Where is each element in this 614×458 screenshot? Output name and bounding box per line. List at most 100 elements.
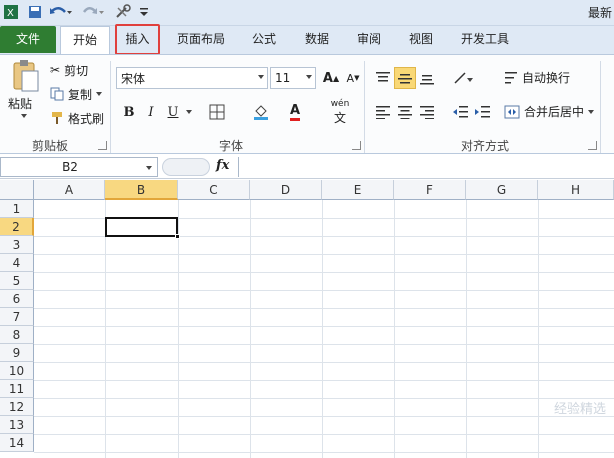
grow-font-icon: A (322, 70, 333, 86)
font-group-label: 字体 (218, 139, 243, 153)
worksheet-grid[interactable]: A B C D E F G H 1 2 3 4 5 6 7 8 9 10 11 … (0, 180, 614, 458)
gridline (34, 344, 614, 345)
tab-file[interactable]: 文件 (0, 26, 56, 53)
font-launcher-icon[interactable] (352, 141, 361, 150)
column-header-g[interactable]: G (466, 180, 538, 200)
row-header-11[interactable]: 11 (0, 380, 34, 398)
borders-button[interactable] (206, 101, 228, 123)
bold-button[interactable]: B (118, 101, 140, 123)
increase-indent-button[interactable] (472, 101, 494, 123)
align-bottom-button[interactable] (416, 67, 438, 89)
paste-dropdown-icon[interactable] (21, 114, 27, 118)
align-bottom-icon (420, 75, 434, 85)
row-header-2[interactable]: 2 (0, 218, 34, 236)
shrink-font-icon: A (346, 71, 355, 85)
underline-button[interactable]: U (162, 101, 184, 123)
row-header-13[interactable]: 13 (0, 416, 34, 434)
column-header-b[interactable]: B (105, 180, 178, 200)
column-header-f[interactable]: F (394, 180, 466, 200)
phonetic-button[interactable]: wén 文 (326, 99, 354, 125)
fill-color-button[interactable] (250, 101, 272, 123)
grow-font-button[interactable]: A ▲ (320, 67, 342, 89)
column-header-e[interactable]: E (322, 180, 394, 200)
copy-dropdown-icon[interactable] (96, 92, 103, 96)
align-middle-icon (398, 74, 412, 84)
active-cell-b2[interactable] (105, 217, 178, 237)
row-header-7[interactable]: 7 (0, 308, 34, 326)
row-header-10[interactable]: 10 (0, 362, 34, 380)
increase-indent-icon (475, 106, 490, 118)
gridline (34, 326, 614, 327)
tab-formulas[interactable]: 公式 (244, 26, 284, 53)
column-header-c[interactable]: C (178, 180, 250, 200)
column-header-a[interactable]: A (34, 180, 105, 200)
gridline (34, 308, 614, 309)
formula-input[interactable] (238, 157, 614, 177)
tab-home[interactable]: 开始 (60, 26, 110, 55)
italic-button[interactable]: I (140, 101, 162, 123)
column-header-h[interactable]: H (538, 180, 614, 200)
row-header-4[interactable]: 4 (0, 254, 34, 272)
name-box-value: B2 (62, 160, 78, 174)
font-color-icon: A (289, 103, 301, 121)
merge-dropdown-icon[interactable] (588, 109, 595, 114)
gridline (34, 254, 614, 255)
copy-icon (50, 87, 64, 101)
copy-label: 复制 (68, 87, 93, 102)
align-middle-button[interactable] (394, 67, 416, 89)
row-header-12[interactable]: 12 (0, 398, 34, 416)
row-header-14[interactable]: 14 (0, 434, 34, 452)
fill-handle[interactable] (175, 234, 180, 239)
name-box-dropdown-icon[interactable] (146, 166, 152, 170)
gridline (105, 200, 106, 458)
redo-icon[interactable] (80, 2, 106, 22)
row-header-6[interactable]: 6 (0, 290, 34, 308)
align-right-icon (420, 106, 434, 119)
watermark-text: 经验精选 (553, 402, 606, 417)
font-size-combo[interactable]: 11 (270, 67, 316, 89)
tab-view[interactable]: 视图 (401, 26, 441, 53)
select-all-corner[interactable] (0, 180, 34, 200)
paste-icon[interactable] (8, 59, 42, 95)
align-right-button[interactable] (416, 101, 438, 123)
paste-button[interactable]: 粘贴 (8, 95, 40, 112)
orientation-button[interactable] (450, 67, 478, 89)
column-header-d[interactable]: D (250, 180, 322, 200)
row-header-8[interactable]: 8 (0, 326, 34, 344)
undo-icon[interactable] (48, 2, 74, 22)
merge-center-button[interactable]: 合并后居中 (504, 103, 595, 120)
customize-tools-icon[interactable] (112, 2, 136, 22)
clipboard-launcher-icon[interactable] (98, 141, 107, 150)
tab-developer[interactable]: 开发工具 (454, 26, 516, 53)
tab-review[interactable]: 审阅 (349, 26, 389, 53)
name-box[interactable]: B2 (0, 157, 158, 177)
format-painter-button[interactable]: 格式刷 (50, 109, 104, 127)
row-header-9[interactable]: 9 (0, 344, 34, 362)
copy-button[interactable]: 复制 (50, 85, 103, 103)
font-name-combo[interactable]: 宋体 (116, 67, 268, 89)
align-left-button[interactable] (372, 101, 394, 123)
align-left-icon (376, 106, 390, 119)
insert-function-button[interactable]: fx (216, 158, 229, 173)
align-top-button[interactable] (372, 67, 394, 89)
decrease-indent-button[interactable] (450, 101, 472, 123)
align-center-button[interactable] (394, 101, 416, 123)
row-header-3[interactable]: 3 (0, 236, 34, 254)
tab-page-layout[interactable]: 页面布局 (170, 26, 232, 53)
cut-label: 剪切 (64, 63, 89, 78)
ribbon-tabs: 文件 开始 插入 页面布局 公式 数据 审阅 视图 开发工具 (0, 24, 614, 55)
font-color-button[interactable]: A (284, 101, 306, 123)
align-top-icon (376, 72, 390, 82)
shrink-font-button[interactable]: A ▼ (342, 67, 364, 89)
wrap-text-button[interactable]: 自动换行 (504, 69, 570, 86)
font-name-value: 宋体 (121, 71, 146, 86)
tab-data[interactable]: 数据 (297, 26, 337, 53)
save-icon[interactable] (26, 2, 44, 22)
underline-dropdown-icon[interactable] (186, 110, 192, 114)
cut-button[interactable]: ✂ 剪切 (50, 61, 88, 79)
row-header-1[interactable]: 1 (0, 200, 34, 218)
qat-dropdown-icon[interactable] (138, 2, 150, 22)
alignment-launcher-icon[interactable] (588, 141, 597, 150)
row-header-5[interactable]: 5 (0, 272, 34, 290)
formula-bar-handle[interactable] (162, 158, 210, 176)
